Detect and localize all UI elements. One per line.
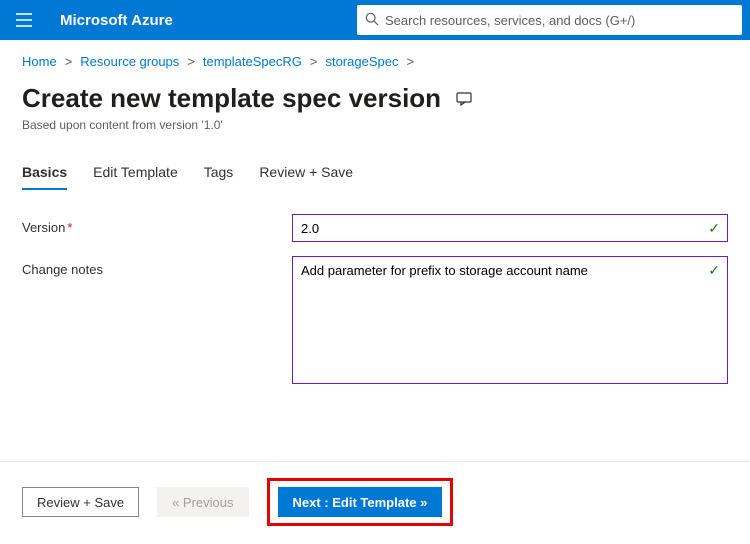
global-search[interactable] [357, 5, 742, 35]
breadcrumb-item[interactable]: Resource groups [80, 54, 179, 69]
change-notes-label: Change notes [22, 256, 292, 277]
highlight-annotation: Next : Edit Template » [267, 478, 454, 526]
chevron-right-icon: > [187, 54, 195, 69]
feedback-icon[interactable] [455, 90, 473, 108]
chevron-right-icon: > [310, 54, 318, 69]
breadcrumb: Home > Resource groups > templateSpecRG … [22, 54, 728, 69]
chevron-right-icon: > [406, 54, 414, 69]
previous-button[interactable]: « Previous [157, 487, 248, 517]
search-input[interactable] [385, 13, 734, 28]
page-title: Create new template spec version [22, 83, 441, 114]
breadcrumb-item[interactable]: storageSpec [325, 54, 398, 69]
menu-icon[interactable] [8, 4, 40, 36]
breadcrumb-item[interactable]: Home [22, 54, 57, 69]
footer-bar: Review + Save « Previous Next : Edit Tem… [0, 461, 750, 544]
version-label: Version* [22, 214, 292, 235]
tab-basics[interactable]: Basics [22, 164, 67, 190]
search-icon [365, 12, 379, 29]
page-subtitle: Based upon content from version '1.0' [22, 118, 728, 132]
required-indicator: * [67, 220, 72, 235]
tab-review-save[interactable]: Review + Save [259, 164, 353, 190]
chevron-right-icon: > [65, 54, 73, 69]
breadcrumb-item[interactable]: templateSpecRG [203, 54, 302, 69]
top-bar: Microsoft Azure [0, 0, 750, 40]
change-notes-input[interactable] [292, 256, 728, 384]
tab-edit-template[interactable]: Edit Template [93, 164, 178, 190]
tabs: Basics Edit Template Tags Review + Save [22, 164, 728, 190]
review-save-button[interactable]: Review + Save [22, 487, 139, 517]
next-edit-template-button[interactable]: Next : Edit Template » [278, 487, 443, 517]
tab-tags[interactable]: Tags [204, 164, 234, 190]
version-input[interactable] [292, 214, 728, 242]
brand-label: Microsoft Azure [60, 12, 173, 29]
